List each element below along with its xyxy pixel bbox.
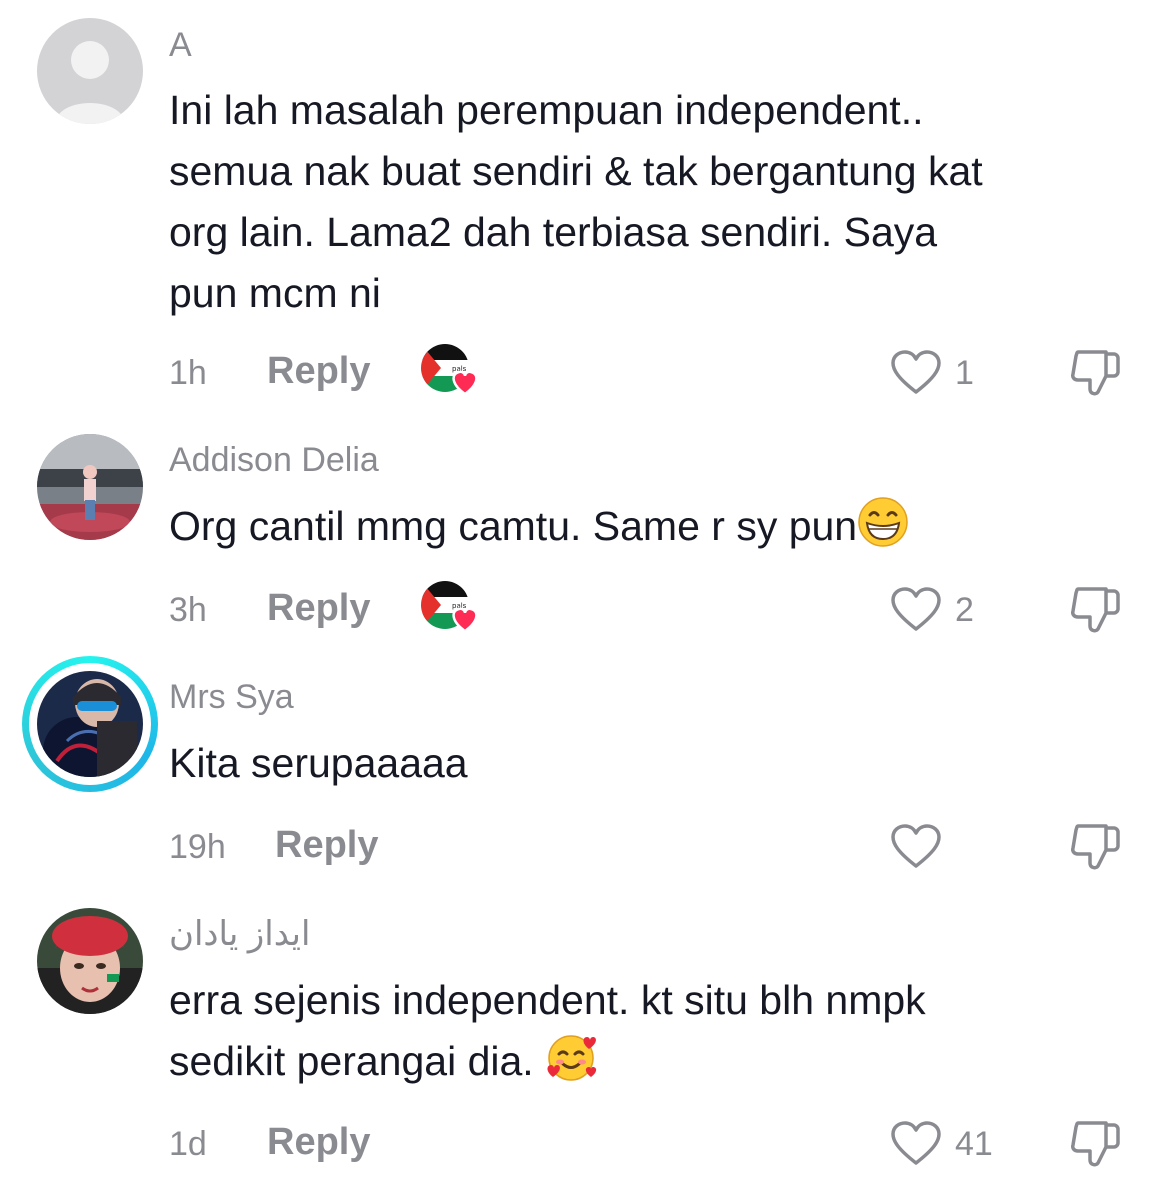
comment-username[interactable]: ايداز يادان bbox=[169, 914, 310, 954]
like-count: 41 bbox=[955, 1125, 993, 1163]
comment-actions: 1h Reply pals 1 bbox=[169, 344, 1149, 398]
like-count: 1 bbox=[955, 354, 974, 392]
comment-time: 1d bbox=[169, 1125, 207, 1163]
comment-text-line: sedikit perangai dia. bbox=[169, 1038, 534, 1084]
grinning-face-icon bbox=[858, 497, 908, 547]
comment-text: Org cantil mmg camtu. Same r sy pun bbox=[169, 496, 1129, 557]
comment-text-line: Kita serupaaaaa bbox=[169, 740, 468, 786]
thumbs-down-icon[interactable] bbox=[1068, 1119, 1124, 1169]
default-avatar-icon bbox=[37, 18, 143, 124]
comment-text-line: semua nak buat sendiri & tak bergantung … bbox=[169, 148, 983, 194]
avatar[interactable] bbox=[37, 908, 143, 1014]
comment-text-line: Ini lah masalah perempuan independent.. bbox=[169, 87, 924, 133]
comment-username[interactable]: Mrs Sya bbox=[169, 678, 294, 717]
avatar[interactable] bbox=[37, 434, 143, 540]
comment-time: 19h bbox=[169, 828, 226, 866]
avatar[interactable] bbox=[37, 18, 143, 124]
user-photo-icon bbox=[37, 671, 143, 777]
comment-text-line: erra sejenis independent. kt situ blh nm… bbox=[169, 977, 926, 1023]
reply-button[interactable]: Reply bbox=[267, 350, 370, 393]
comment-username[interactable]: A bbox=[169, 26, 192, 65]
story-ring-avatar[interactable] bbox=[22, 656, 158, 792]
heart-like-icon[interactable] bbox=[890, 587, 942, 633]
comment-actions: 3h Reply pals 2 bbox=[169, 581, 1149, 635]
comment-time: 1h bbox=[169, 354, 207, 392]
smiling-face-with-hearts-icon bbox=[547, 1035, 597, 1081]
user-photo-icon bbox=[37, 434, 143, 540]
comment-actions: 1d Reply 41 bbox=[169, 1119, 1149, 1169]
heart-like-icon[interactable] bbox=[890, 1121, 942, 1167]
heart-like-icon[interactable] bbox=[890, 824, 942, 870]
comment-time: 3h bbox=[169, 591, 207, 629]
comment-text: Ini lah masalah perempuan independent.. … bbox=[169, 80, 1129, 324]
avatar bbox=[37, 671, 143, 777]
creator-liked-badge-icon: pals bbox=[421, 581, 478, 633]
reply-button[interactable]: Reply bbox=[267, 1121, 370, 1164]
comment-actions: 19h Reply bbox=[169, 822, 1149, 872]
comment-username[interactable]: Addison Delia bbox=[169, 441, 379, 480]
heart-like-icon[interactable] bbox=[890, 350, 942, 396]
thumbs-down-icon[interactable] bbox=[1068, 348, 1124, 398]
comment-text-line: org lain. Lama2 dah terbiasa sendiri. Sa… bbox=[169, 209, 938, 255]
comment-text: Kita serupaaaaa bbox=[169, 733, 1129, 794]
thumbs-down-icon[interactable] bbox=[1068, 585, 1124, 635]
creator-liked-badge-icon: pals bbox=[421, 344, 478, 396]
comment-text-line: pun mcm ni bbox=[169, 270, 381, 316]
thumbs-down-icon[interactable] bbox=[1068, 822, 1124, 872]
like-count: 2 bbox=[955, 591, 974, 629]
reply-button[interactable]: Reply bbox=[267, 587, 370, 630]
reply-button[interactable]: Reply bbox=[275, 824, 378, 867]
user-photo-icon bbox=[37, 908, 143, 1014]
comment-text: erra sejenis independent. kt situ blh nm… bbox=[169, 970, 1129, 1092]
comment-text-line: Org cantil mmg camtu. Same r sy pun bbox=[169, 503, 858, 549]
